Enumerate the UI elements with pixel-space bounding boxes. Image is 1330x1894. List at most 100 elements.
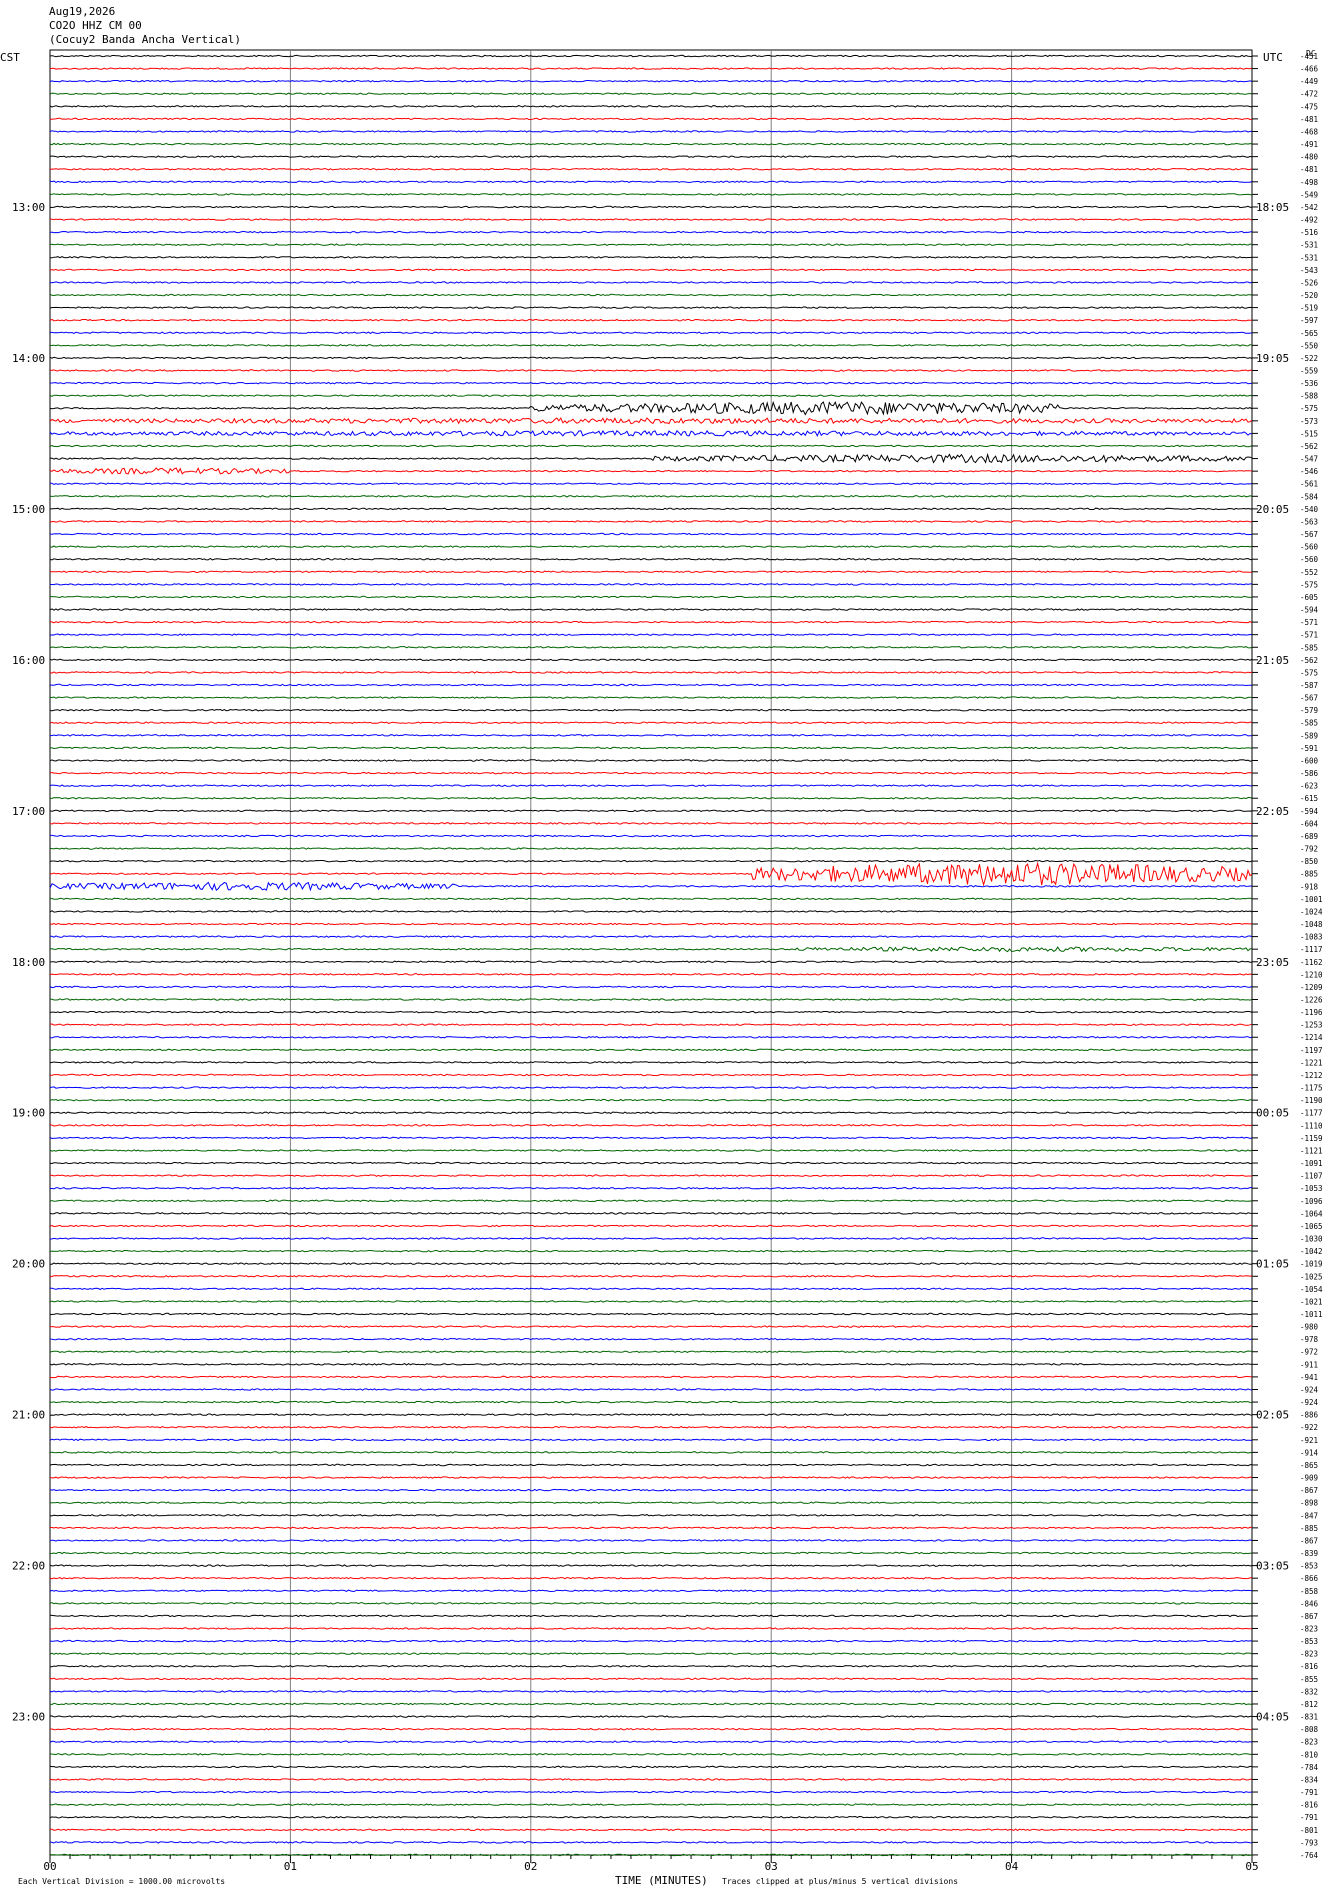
trace-row bbox=[50, 583, 1253, 586]
dc-offset-label: -567 bbox=[1300, 694, 1318, 703]
trace-row bbox=[49, 1161, 1253, 1165]
dc-offset-label: -591 bbox=[1300, 744, 1318, 753]
dc-offset-label: -855 bbox=[1300, 1675, 1318, 1684]
trace-row bbox=[49, 205, 1253, 209]
trace-row bbox=[49, 466, 1253, 475]
dc-offset-label: -481 bbox=[1300, 115, 1318, 124]
cst-hour-label: 18:00 bbox=[12, 956, 45, 969]
trace-row bbox=[49, 922, 1253, 926]
x-tick-label: 03 bbox=[765, 1860, 778, 1873]
trace-row bbox=[49, 1652, 1253, 1656]
trace-row bbox=[49, 243, 1252, 246]
scale-note: Each Vertical Division = 1000.00 microvo… bbox=[18, 1877, 226, 1886]
utc-hour-label: 21:05 bbox=[1256, 654, 1289, 667]
trace-row bbox=[50, 1727, 1253, 1731]
dc-offset-label: -542 bbox=[1300, 203, 1318, 212]
trace-row bbox=[49, 834, 1253, 838]
trace-row bbox=[49, 1174, 1253, 1177]
cst-hour-label: 22:00 bbox=[12, 1560, 45, 1573]
dc-offset-label: -575 bbox=[1300, 404, 1318, 413]
trace-row bbox=[49, 230, 1253, 234]
trace-row bbox=[49, 620, 1253, 624]
trace-row bbox=[49, 946, 1253, 953]
trace-row bbox=[50, 771, 1253, 775]
trace-row bbox=[49, 1375, 1253, 1379]
trace-row bbox=[49, 1551, 1253, 1555]
trace-row bbox=[49, 1803, 1253, 1806]
dc-offset-label: -605 bbox=[1300, 593, 1318, 602]
trace-row bbox=[49, 1476, 1253, 1479]
dc-offset-label: -1064 bbox=[1300, 1209, 1323, 1218]
trace-row bbox=[49, 1086, 1253, 1089]
utc-hour-label: 23:05 bbox=[1256, 956, 1289, 969]
trace-row bbox=[49, 417, 1253, 425]
x-axis-title: TIME (MINUTES) bbox=[615, 1874, 708, 1887]
x-tick-label: 00 bbox=[43, 1860, 56, 1873]
dc-offset-label: -812 bbox=[1300, 1700, 1318, 1709]
dc-offset-label: -689 bbox=[1300, 832, 1318, 841]
dc-offset-label: -589 bbox=[1300, 731, 1318, 740]
dc-offset-label: -801 bbox=[1300, 1826, 1318, 1835]
dc-offset-label: -587 bbox=[1300, 681, 1318, 690]
plot-frame bbox=[49, 49, 1253, 1856]
cst-hour-label: 20:00 bbox=[12, 1258, 45, 1271]
utc-hour-label: 20:05 bbox=[1256, 503, 1289, 516]
trace-row bbox=[49, 1501, 1253, 1504]
trace-row bbox=[49, 696, 1253, 699]
dc-offset-label: -1042 bbox=[1300, 1247, 1323, 1256]
trace-row bbox=[49, 1249, 1253, 1253]
dc-offset-label: -575 bbox=[1300, 580, 1318, 589]
dc-offset-label: -560 bbox=[1300, 555, 1319, 564]
dc-offset-label: -1221 bbox=[1300, 1058, 1323, 1067]
trace-row bbox=[49, 1664, 1253, 1668]
dc-offset-label: -808 bbox=[1300, 1725, 1319, 1734]
dc-offset-label: -1121 bbox=[1300, 1146, 1323, 1155]
dc-offset-label: -865 bbox=[1300, 1461, 1318, 1470]
trace-row bbox=[49, 452, 1253, 464]
trace-row bbox=[49, 1715, 1253, 1718]
utc-hour-label: 19:05 bbox=[1256, 352, 1289, 365]
dc-offset-label: -468 bbox=[1300, 127, 1319, 136]
dc-offset-label: -586 bbox=[1300, 769, 1319, 778]
dc-offset-label: -764 bbox=[1300, 1851, 1319, 1860]
dc-offset-label: -866 bbox=[1300, 1574, 1319, 1583]
trace-row bbox=[49, 910, 1253, 913]
trace-row bbox=[49, 633, 1253, 636]
trace-row bbox=[49, 734, 1253, 737]
dc-offset-label: -1209 bbox=[1300, 983, 1323, 992]
dc-offset-label: -1024 bbox=[1300, 907, 1323, 916]
trace-row bbox=[49, 784, 1253, 787]
dc-offset-label: -858 bbox=[1300, 1587, 1319, 1596]
dc-offset-label: -520 bbox=[1300, 291, 1319, 300]
dc-offset-label: -526 bbox=[1300, 278, 1319, 287]
dc-offset-label: -1053 bbox=[1300, 1184, 1323, 1193]
trace-row bbox=[49, 985, 1253, 989]
dc-offset-label: -594 bbox=[1300, 606, 1319, 615]
trace-row bbox=[49, 1778, 1252, 1781]
trace-row bbox=[49, 293, 1253, 297]
dc-offset-label: -980 bbox=[1300, 1323, 1319, 1332]
dc-offset-label: -550 bbox=[1300, 341, 1319, 350]
trace-row bbox=[49, 1765, 1253, 1769]
dc-offset-label: -823 bbox=[1300, 1625, 1318, 1634]
dc-offset-label: -1019 bbox=[1300, 1260, 1323, 1269]
utc-hour-label: 03:05 bbox=[1256, 1560, 1289, 1573]
utc-hour-label: 22:05 bbox=[1256, 805, 1289, 818]
dc-offset-label: -914 bbox=[1300, 1448, 1319, 1457]
trace-row bbox=[49, 1073, 1253, 1077]
dc-offset-label: -1083 bbox=[1300, 933, 1323, 942]
dc-offset-label: -571 bbox=[1300, 631, 1318, 640]
dc-offset-label: -941 bbox=[1300, 1373, 1318, 1382]
trace-row bbox=[49, 759, 1253, 762]
trace-row bbox=[50, 1325, 1253, 1328]
trace-row bbox=[49, 532, 1252, 536]
dc-offset-label: -1162 bbox=[1300, 958, 1323, 967]
trace-row bbox=[49, 570, 1253, 574]
dc-offset-label: -1091 bbox=[1300, 1159, 1323, 1168]
dc-offset-label: -451 bbox=[1300, 52, 1318, 61]
trace-row bbox=[49, 859, 1253, 863]
dc-offset-label: -585 bbox=[1300, 643, 1318, 652]
dc-offset-label: -847 bbox=[1300, 1511, 1318, 1520]
cst-hour-label: 15:00 bbox=[12, 503, 45, 516]
dc-offset-label: -615 bbox=[1300, 794, 1318, 803]
